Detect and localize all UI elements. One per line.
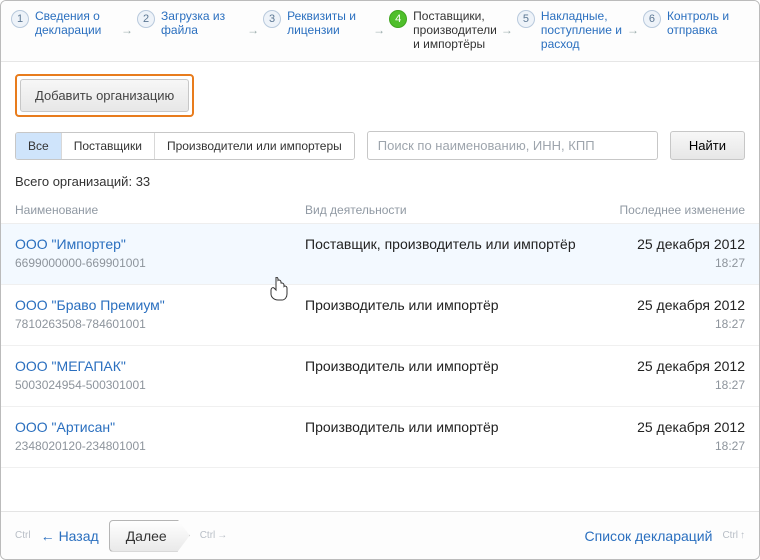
filter-segmented: Все Поставщики Производители или импорте… — [15, 132, 355, 160]
table-header: Наименование Вид деятельности Последнее … — [1, 197, 759, 224]
search-input[interactable] — [367, 131, 658, 160]
table-row[interactable]: ООО "Браво Премиум" 7810263508-784601001П… — [1, 285, 759, 346]
table-body: ООО "Импортер" 6699000000-669901001Постав… — [1, 224, 759, 468]
org-table: Наименование Вид деятельности Последнее … — [1, 197, 759, 468]
step-label: Контроль и отправка — [667, 9, 749, 37]
step-link[interactable]: Контроль и отправка — [667, 9, 729, 37]
activity-text: Производитель или импортёр — [305, 419, 595, 435]
filter-suppliers[interactable]: Поставщики — [61, 133, 154, 159]
ctrl-hint-right: Ctrl↑ — [722, 530, 745, 541]
next-button[interactable]: Далее — [109, 520, 190, 552]
date-text: 25 декабря 2012 — [595, 236, 745, 252]
step-link[interactable]: Сведения о декларации — [35, 9, 101, 37]
count-label: Всего организаций: — [15, 174, 132, 189]
cell-activity: Производитель или импортёр — [305, 297, 595, 313]
chevron-right-icon: → — [247, 23, 259, 37]
step-3[interactable]: 3 Реквизиты и лицензии — [263, 9, 369, 37]
cell-name: ООО "Браво Премиум" 7810263508-784601001 — [15, 297, 305, 331]
toolbar: Добавить организацию Все Поставщики Прои… — [1, 62, 759, 160]
back-button[interactable]: Назад — [41, 528, 99, 544]
date-text: 25 декабря 2012 — [595, 297, 745, 313]
org-name-link[interactable]: ООО "МЕГАПАК" — [15, 358, 305, 374]
cell-name: ООО "МЕГАПАК" 5003024954-500301001 — [15, 358, 305, 392]
cell-activity: Производитель или импортёр — [305, 419, 595, 435]
declarations-list-link[interactable]: Список деклараций — [585, 528, 713, 544]
date-text: 25 декабря 2012 — [595, 358, 745, 374]
step-number: 2 — [137, 10, 155, 28]
step-5[interactable]: 5 Накладные, поступление и расход — [517, 9, 623, 51]
step-number: 4 — [389, 10, 407, 28]
chevron-right-icon: → — [627, 23, 639, 37]
org-code: 7810263508-784601001 — [15, 317, 305, 331]
ctrl-hint-mid: Ctrl→ — [200, 530, 228, 541]
time-text: 18:27 — [595, 256, 745, 270]
step-6[interactable]: 6 Контроль и отправка — [643, 9, 749, 37]
cell-date: 25 декабря 2012 18:27 — [595, 358, 745, 392]
cell-name: ООО "Артисан" 2348020120-234801001 — [15, 419, 305, 453]
chevron-right-icon: → — [373, 23, 385, 37]
total-count: Всего организаций: 33 — [1, 160, 759, 197]
org-code: 6699000000-669901001 — [15, 256, 305, 270]
time-text: 18:27 — [595, 439, 745, 453]
step-label: Поставщики, производители и импортёры — [413, 9, 497, 51]
step-number: 1 — [11, 10, 29, 28]
step-label: Реквизиты и лицензии — [287, 9, 369, 37]
step-number: 6 — [643, 10, 661, 28]
step-number: 3 — [263, 10, 281, 28]
step-2[interactable]: 2 Загрузка из файла — [137, 9, 243, 37]
wizard-stepper: 1 Сведения о декларации → 2 Загрузка из файл… — [1, 1, 759, 62]
find-button[interactable]: Найти — [670, 131, 745, 160]
org-name-link[interactable]: ООО "Артисан" — [15, 419, 305, 435]
footer-nav: Ctrl Назад Далее Ctrl→ Список деклараций… — [1, 511, 759, 559]
app-frame: 1 Сведения о декларации → 2 Загрузка из файл… — [0, 0, 760, 560]
cell-activity: Поставщик, производитель или импортёр — [305, 236, 595, 252]
activity-text: Поставщик, производитель или импортёр — [305, 236, 595, 252]
chevron-right-icon: → — [121, 23, 133, 37]
step-4: 4 Поставщики, производители и импортёры — [389, 9, 497, 51]
arrow-left-icon — [41, 528, 55, 544]
activity-text: Производитель или импортёр — [305, 297, 595, 313]
org-code: 5003024954-500301001 — [15, 378, 305, 392]
step-1[interactable]: 1 Сведения о декларации — [11, 9, 117, 37]
col-header-activity: Вид деятельности — [305, 203, 595, 217]
search-wrapper — [367, 131, 658, 160]
step-link[interactable]: Загрузка из файла — [161, 9, 225, 37]
table-row[interactable]: ООО "МЕГАПАК" 5003024954-500301001Произво… — [1, 346, 759, 407]
table-row[interactable]: ООО "Импортер" 6699000000-669901001Постав… — [1, 224, 759, 285]
filter-producers[interactable]: Производители или импортеры — [154, 133, 354, 159]
time-text: 18:27 — [595, 317, 745, 331]
col-header-date: Последнее изменение — [595, 203, 745, 217]
cell-date: 25 декабря 2012 18:27 — [595, 236, 745, 270]
cell-date: 25 декабря 2012 18:27 — [595, 419, 745, 453]
filter-row: Все Поставщики Производители или импорте… — [15, 131, 745, 160]
count-value: 33 — [136, 174, 150, 189]
org-name-link[interactable]: ООО "Импортер" — [15, 236, 305, 252]
step-label: Накладные, поступление и расход — [541, 9, 623, 51]
step-label: Загрузка из файла — [161, 9, 243, 37]
ctrl-hint-left: Ctrl — [15, 530, 31, 541]
org-code: 2348020120-234801001 — [15, 439, 305, 453]
add-organization-button[interactable]: Добавить организацию — [20, 79, 189, 112]
date-text: 25 декабря 2012 — [595, 419, 745, 435]
step-link[interactable]: Накладные, поступление и расход — [541, 9, 622, 51]
cell-date: 25 декабря 2012 18:27 — [595, 297, 745, 331]
cell-name: ООО "Импортер" 6699000000-669901001 — [15, 236, 305, 270]
col-header-name: Наименование — [15, 203, 305, 217]
step-label: Сведения о декларации — [35, 9, 117, 37]
org-name-link[interactable]: ООО "Браво Премиум" — [15, 297, 305, 313]
step-number: 5 — [517, 10, 535, 28]
step-link[interactable]: Реквизиты и лицензии — [287, 9, 356, 37]
add-org-highlight: Добавить организацию — [15, 74, 194, 117]
table-row[interactable]: ООО "Артисан" 2348020120-234801001Произво… — [1, 407, 759, 468]
time-text: 18:27 — [595, 378, 745, 392]
cell-activity: Производитель или импортёр — [305, 358, 595, 374]
activity-text: Производитель или импортёр — [305, 358, 595, 374]
back-label: Назад — [59, 528, 99, 544]
filter-all[interactable]: Все — [16, 133, 61, 159]
chevron-right-icon: → — [501, 23, 513, 37]
